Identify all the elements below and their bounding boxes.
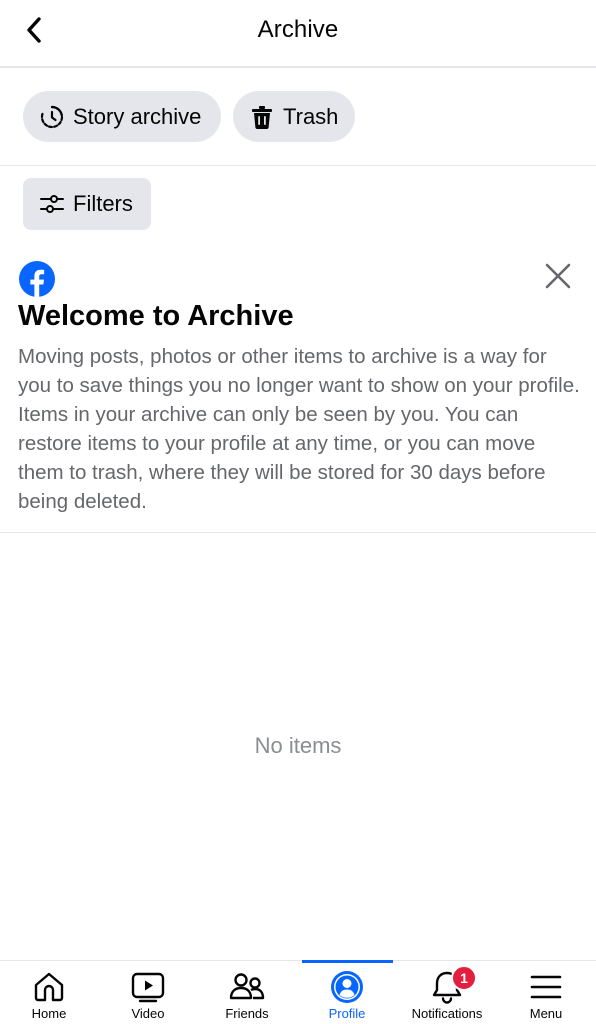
video-icon <box>130 969 166 1005</box>
filters-button[interactable]: Filters <box>23 178 151 230</box>
tab-notifications[interactable]: 1 Notifications <box>402 961 492 1024</box>
tab-friends[interactable]: Friends <box>212 961 282 1024</box>
friends-icon <box>229 969 265 1005</box>
filters-label: Filters <box>73 191 133 216</box>
trash-button[interactable]: Trash <box>233 91 355 142</box>
story-archive-icon <box>39 104 65 130</box>
bottom-tab-bar: Home Video Friends Profile 1 Notificatio… <box>0 960 596 1024</box>
tab-video-label: Video <box>131 1006 165 1021</box>
page-title: Archive <box>257 16 339 43</box>
story-archive-label: Story archive <box>73 103 202 129</box>
home-icon <box>31 969 67 1005</box>
welcome-description: Moving posts, photos or other items to a… <box>18 345 580 513</box>
dismiss-button[interactable] <box>540 258 576 294</box>
tab-profile-label: Profile <box>328 1006 366 1021</box>
trash-icon <box>249 104 275 130</box>
sliders-icon <box>39 191 65 217</box>
empty-state-text: No items <box>254 733 342 758</box>
tab-home[interactable]: Home <box>14 961 84 1024</box>
tab-menu[interactable]: Menu <box>511 961 581 1024</box>
tab-profile[interactable]: Profile <box>312 961 382 1024</box>
tab-video[interactable]: Video <box>113 961 183 1024</box>
tab-menu-label: Menu <box>529 1006 563 1021</box>
tab-friends-label: Friends <box>225 1006 269 1021</box>
close-icon <box>545 263 571 289</box>
notification-badge: 1 <box>451 965 477 991</box>
profile-icon <box>329 969 365 1005</box>
trash-label: Trash <box>283 103 339 129</box>
facebook-logo <box>19 261 55 297</box>
archive-type-chips: Story archive Trash <box>0 68 596 166</box>
welcome-card: Welcome to Archive Moving posts, photos … <box>0 250 596 533</box>
welcome-title: Welcome to Archive <box>18 300 294 332</box>
tab-notifications-label: Notifications <box>411 1006 483 1021</box>
bell-icon: 1 <box>429 965 477 1005</box>
top-bar: Archive <box>0 0 596 68</box>
story-archive-button[interactable]: Story archive <box>23 91 221 142</box>
tab-home-label: Home <box>31 1006 67 1021</box>
menu-icon <box>528 969 564 1005</box>
